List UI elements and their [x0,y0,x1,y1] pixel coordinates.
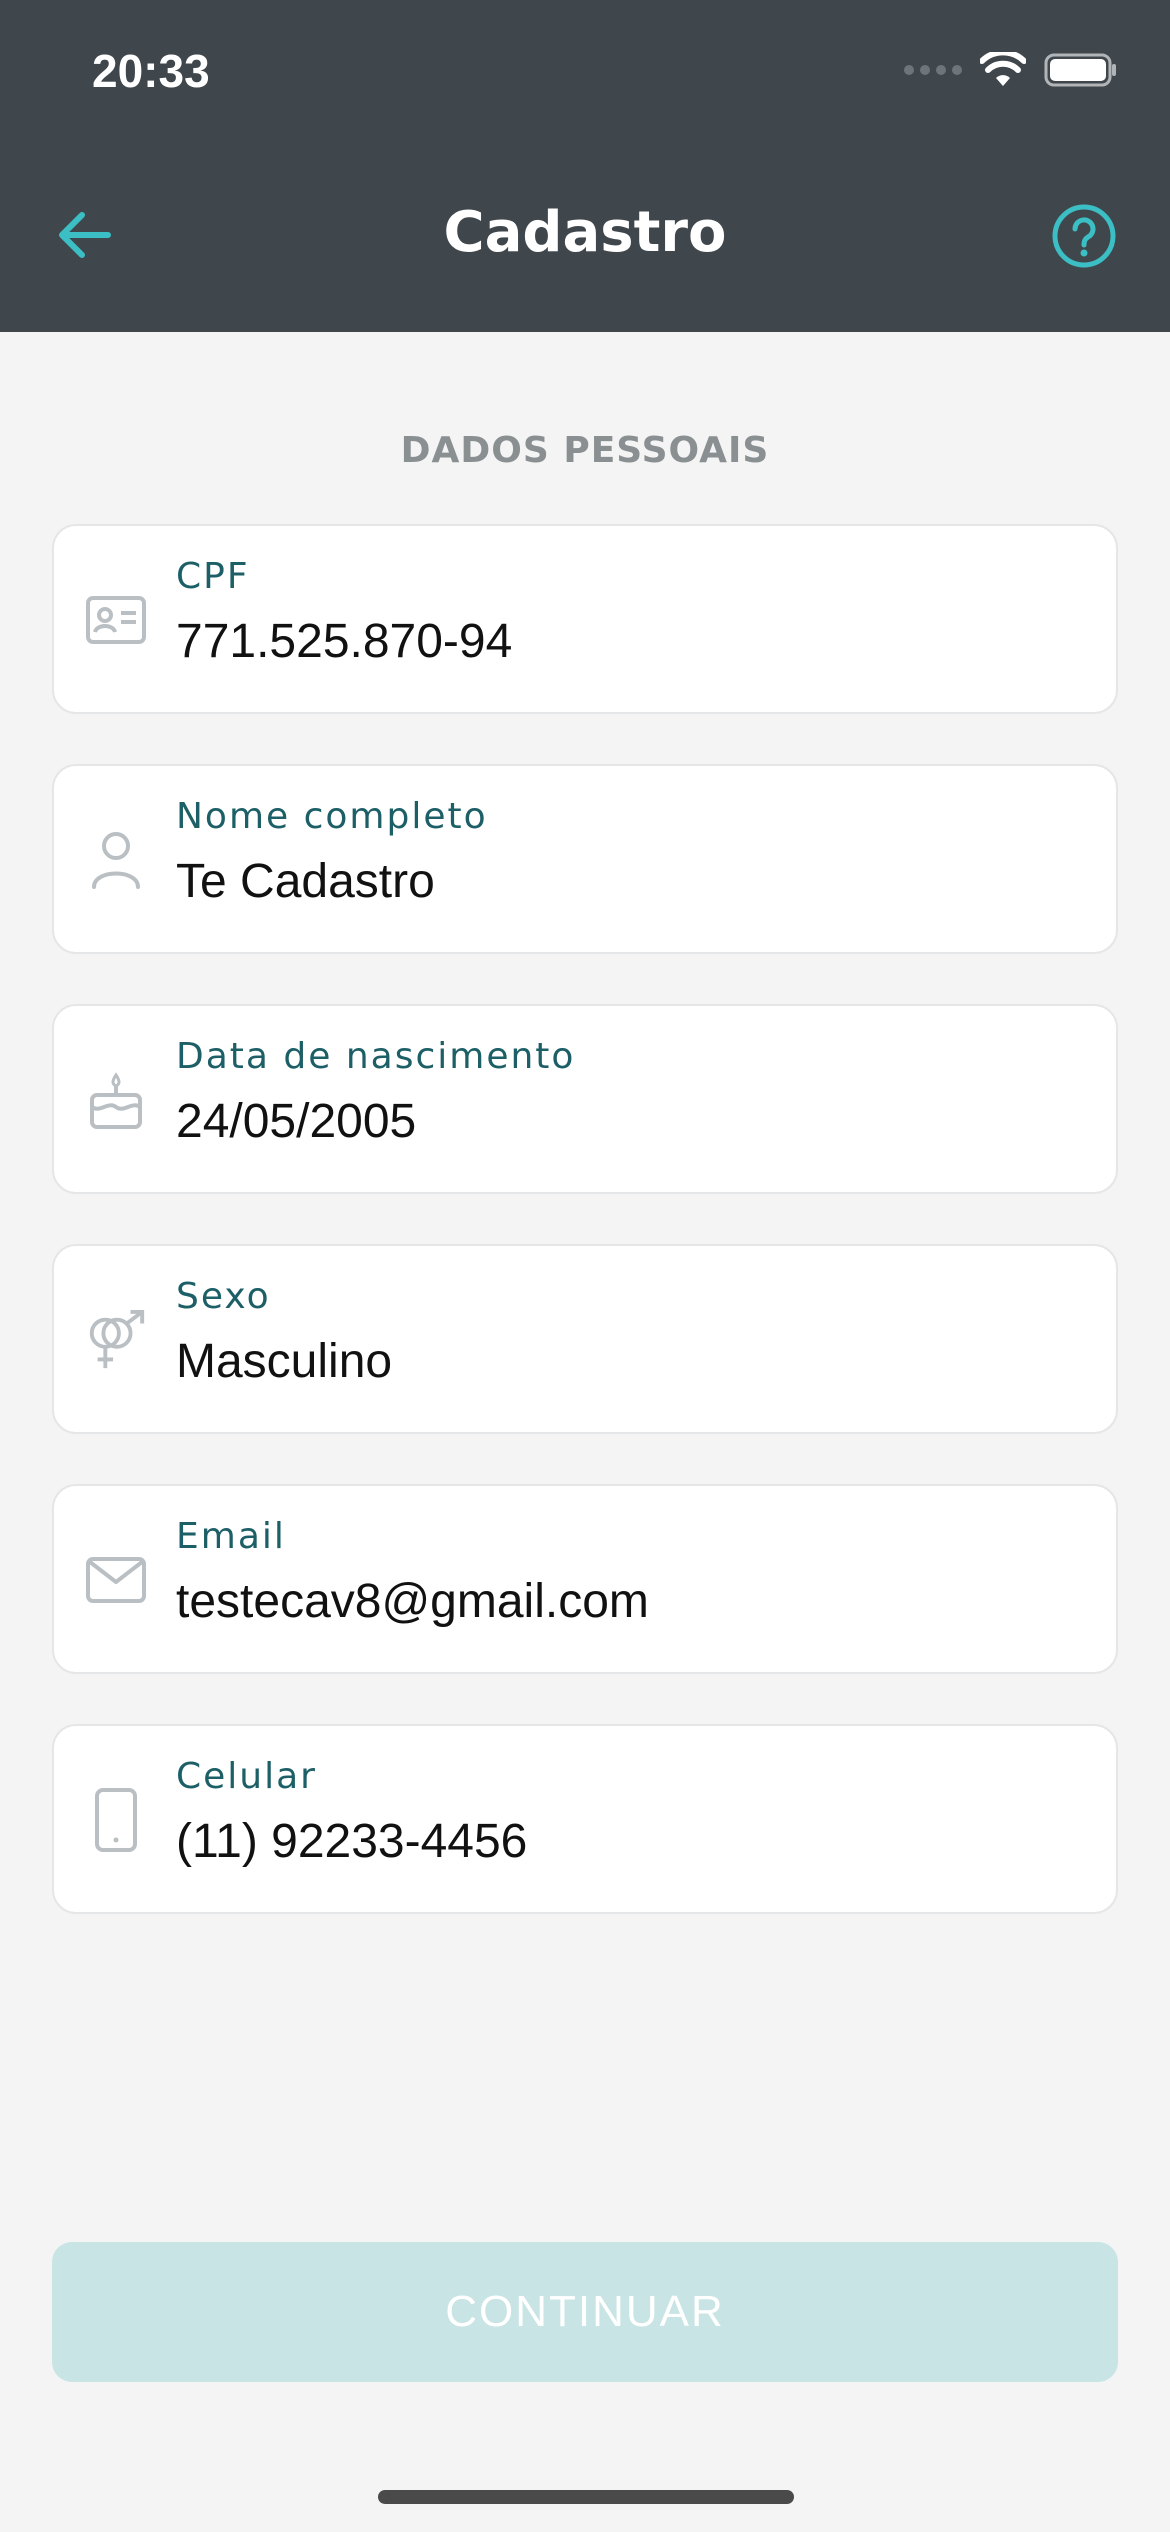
field-value: 771.525.870-94 [176,615,513,668]
field-value: Masculino [176,1335,393,1388]
app-header: 20:33 Cadastro [0,0,1170,332]
field-label: CPF [176,556,250,597]
full-name-field[interactable]: Nome completo Te Cadastro [52,764,1118,954]
field-label: Celular [176,1756,317,1797]
field-value: (11) 92233-4456 [176,1815,528,1868]
email-field[interactable]: Email testecav8@gmail.com [52,1484,1118,1674]
home-indicator [378,2490,794,2504]
birthdate-field[interactable]: Data de nascimento 24/05/2005 [52,1004,1118,1194]
section-title: DADOS PESSOAIS [400,430,770,471]
continue-button[interactable]: CONTINUAR [52,2242,1118,2382]
birthday-cake-icon [84,1068,148,1132]
help-button[interactable] [1050,202,1118,270]
envelope-icon [84,1548,148,1612]
wifi-icon [980,52,1026,86]
field-label: Data de nascimento [176,1036,576,1077]
status-time: 20:33 [92,45,210,97]
phone-field[interactable]: Celular (11) 92233-4456 [52,1724,1118,1914]
page-title: Cadastro [443,200,727,265]
battery-icon [1044,53,1116,87]
gender-icon [84,1308,148,1372]
field-label: Email [176,1516,286,1557]
user-icon [84,828,148,892]
gender-field[interactable]: Sexo Masculino [52,1244,1118,1434]
field-label: Nome completo [176,796,488,837]
field-label: Sexo [176,1276,271,1317]
field-value: testecav8@gmail.com [176,1575,649,1628]
signal-icon [904,65,962,75]
phone-icon [84,1788,148,1852]
cpf-field[interactable]: CPF 771.525.870-94 [52,524,1118,714]
field-value: 24/05/2005 [176,1095,417,1148]
field-value: Te Cadastro [176,855,435,908]
id-card-icon [84,588,148,652]
help-circle-icon [1052,204,1116,268]
status-icons [904,52,1118,88]
